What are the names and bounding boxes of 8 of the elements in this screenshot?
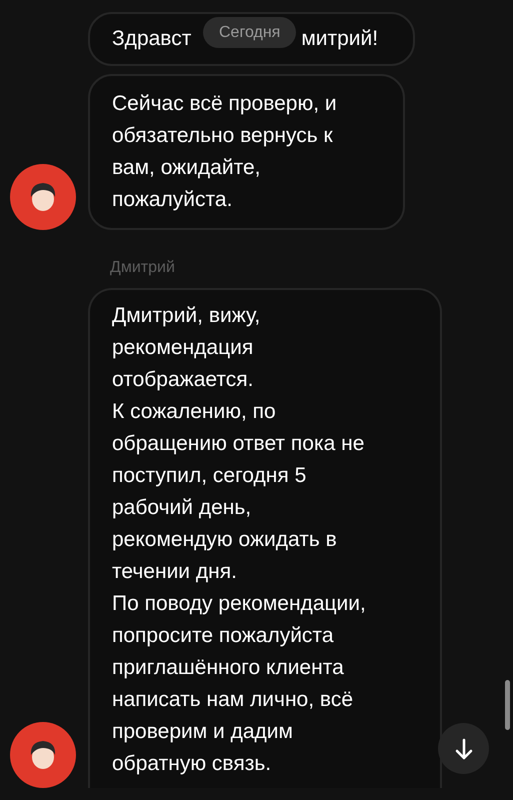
message-text: Сейчас всё проверю, и обязательно вернусь к вам, ожидайте, пожалуйста. [112,91,338,213]
date-pill: Сегодня [203,17,296,48]
message-text: митрий! [301,26,378,52]
message-text: Здравст [112,26,192,52]
arrow-down-icon [454,738,474,760]
scrollbar [505,680,510,730]
sender-name: Дмитрий [110,258,176,278]
message-text: Дмитрий, вижу, рекомендация отображается. К сожалению, по обращению ответ пока не поступил, сегодня 5 рабочий день, рекомендую ожидать в течении дня. По поводу рекомендации, попросите пожалуйста приглашённого клиента написать нам лично, всё проверим и дадим обратную связь. [112,303,367,777]
